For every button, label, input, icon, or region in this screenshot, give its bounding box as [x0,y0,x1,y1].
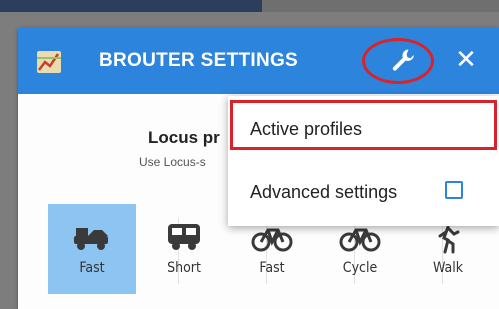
profile-label: Cycle [342,260,378,276]
profile-label: Short [167,260,201,276]
menu-item-advanced-settings[interactable]: Advanced settings [228,168,499,216]
profile-label: Walk [432,260,464,276]
bus-icon [168,224,200,250]
map-app-icon [37,51,61,73]
car-icon [74,228,108,250]
close-icon[interactable]: ✕ [454,44,478,74]
profile-label: Fast [79,260,105,276]
dialog-header: BROUTER SETTINGS ✕ [18,28,499,94]
profile-label: Fast [259,260,285,276]
dialog-title: BROUTER SETTINGS [99,50,299,71]
active-profiles-highlight-box [230,100,497,150]
menu-item-label: Advanced settings [250,182,398,202]
profile-short-bus[interactable]: Short [140,204,228,294]
background-dark-bar [0,0,262,12]
wrench-highlight-ring [362,38,434,84]
profile-fast-car[interactable]: Fast [48,204,136,294]
advanced-settings-checkbox[interactable] [445,181,463,199]
